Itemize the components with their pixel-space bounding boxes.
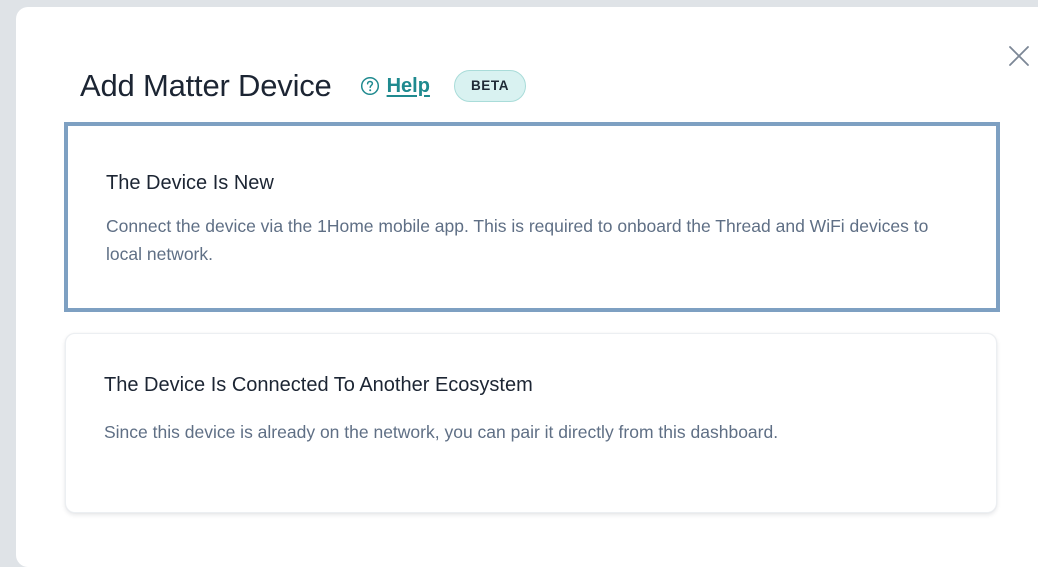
option-device-new[interactable]: The Device Is New Connect the device via… [64, 122, 1000, 312]
question-circle-icon [360, 76, 379, 96]
option-title: The Device Is Connected To Another Ecosy… [104, 374, 533, 396]
option-description: Since this device is already on the netw… [104, 422, 779, 442]
help-link[interactable]: Help [360, 75, 430, 98]
modal-title: Add Matter Device [80, 68, 332, 103]
help-label: Help [386, 74, 430, 97]
close-icon[interactable] [1006, 43, 1032, 69]
option-title: The Device Is New [106, 172, 274, 194]
beta-badge: BETA [453, 70, 527, 102]
option-description: Connect the device via the 1Home mobile … [106, 216, 929, 264]
option-device-connected-ecosystem[interactable]: The Device Is Connected To Another Ecosy… [65, 333, 997, 513]
modal-header: Add Matter Device Help BETA [80, 65, 527, 107]
